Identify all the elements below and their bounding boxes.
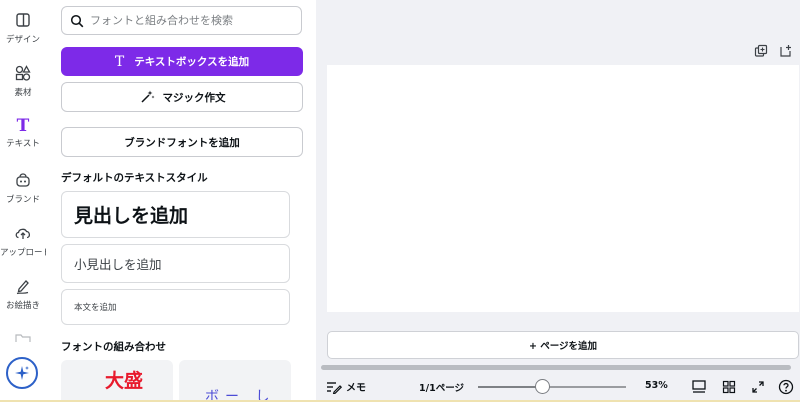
rail-item-label: テキスト xyxy=(6,139,40,149)
rail-item-label: お絵描き xyxy=(5,301,40,311)
subheading-label: 小見出しを追加 xyxy=(74,257,162,272)
canvas-workspace: + ページを追加 xyxy=(316,0,800,402)
magic-write-label: マジック作文 xyxy=(162,91,226,104)
add-body-text-card[interactable]: 本文を追加 xyxy=(61,289,290,325)
font-search-box[interactable] xyxy=(61,6,302,35)
add-brand-font-button[interactable]: ブランドフォントを追加 xyxy=(61,127,303,157)
rail-item-label: デザイン xyxy=(5,35,40,45)
add-subheading-card[interactable]: 小見出しを追加 xyxy=(61,244,290,283)
notes-icon xyxy=(327,381,342,394)
body-label: 本文を追加 xyxy=(74,303,117,313)
help-icon[interactable] xyxy=(778,379,794,395)
text-panel: T テキストボックスを追加 マジック作文 ブランドフォントを追加 デフォルトのテ… xyxy=(46,0,358,402)
page-count[interactable]: 1/1ページ xyxy=(419,380,464,394)
rail-item-upload[interactable]: アップロード xyxy=(0,223,52,258)
zoom-slider-fill xyxy=(478,386,542,388)
rail-item-label: ブランド xyxy=(5,195,40,205)
font-combinations-title: フォントの組み合わせ xyxy=(61,341,166,353)
default-styles-title: デフォルトのテキストスタイル xyxy=(61,172,208,184)
add-brand-font-label: ブランドフォントを追加 xyxy=(124,136,240,149)
add-page-icon[interactable] xyxy=(779,44,793,58)
sparkle-icon xyxy=(15,366,29,380)
rail-item-design[interactable]: デザイン xyxy=(0,10,46,45)
magic-wand-icon xyxy=(140,90,154,103)
text-t-icon: T xyxy=(114,53,125,70)
add-textbox-label: テキストボックスを追加 xyxy=(134,56,250,68)
design-page[interactable] xyxy=(327,65,799,312)
layout-icon xyxy=(16,13,30,27)
elements-icon xyxy=(15,65,31,81)
rail-item-elements[interactable]: 素材 xyxy=(0,63,46,98)
rail-item-brand[interactable]: ブランド xyxy=(0,170,46,205)
page-view-icon[interactable] xyxy=(691,379,707,395)
text-icon: T xyxy=(17,116,30,134)
add-heading-card[interactable]: 見出しを追加 xyxy=(61,191,290,238)
zoom-slider[interactable] xyxy=(478,379,626,394)
notes-label: メモ xyxy=(346,383,366,394)
rail-item-draw[interactable]: お絵描き xyxy=(0,276,46,311)
duplicate-page-icon[interactable] xyxy=(754,44,768,58)
font-combination-card[interactable]: 大盛 xyxy=(61,360,173,402)
zoom-level[interactable]: 53% xyxy=(645,380,668,391)
magic-write-button[interactable]: マジック作文 xyxy=(61,82,303,112)
left-rail: デザイン 素材 T テキスト ブランド アップロード お絵描き xyxy=(0,0,52,402)
fullscreen-icon[interactable] xyxy=(750,379,766,395)
magic-assistant-button[interactable] xyxy=(6,357,38,389)
combo-preview-text: 大盛 xyxy=(105,370,144,392)
brand-icon xyxy=(16,173,30,187)
draw-icon xyxy=(16,280,29,295)
notes-button[interactable]: メモ xyxy=(326,379,366,394)
font-search-input[interactable] xyxy=(90,14,290,27)
bottom-toolbar: メモ 1/1ページ 53% xyxy=(316,372,800,402)
add-page-button[interactable]: + ページを追加 xyxy=(327,331,799,359)
projects-icon[interactable] xyxy=(0,330,46,350)
svg-text:T: T xyxy=(17,116,30,134)
zoom-slider-thumb[interactable] xyxy=(535,379,550,394)
rail-item-label: 素材 xyxy=(14,88,32,98)
horizontal-scrollbar[interactable] xyxy=(321,365,791,370)
font-combination-card[interactable]: ボー し xyxy=(179,360,291,402)
heading-label: 見出しを追加 xyxy=(74,205,189,227)
grid-view-icon[interactable] xyxy=(721,379,737,395)
add-textbox-button[interactable]: T テキストボックスを追加 xyxy=(61,47,303,76)
search-icon xyxy=(70,14,84,27)
rail-item-text[interactable]: T テキスト xyxy=(0,114,46,149)
rail-item-label: アップロード xyxy=(0,248,52,258)
upload-icon xyxy=(15,228,31,239)
add-page-label: + ページを追加 xyxy=(528,341,598,352)
